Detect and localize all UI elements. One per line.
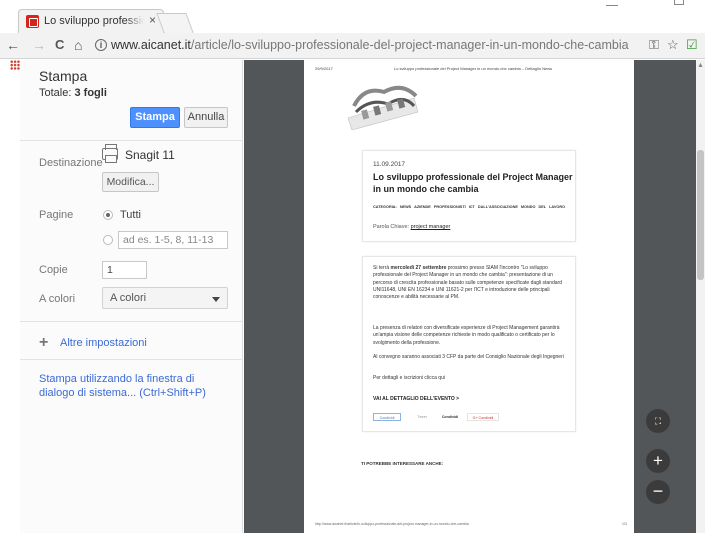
fit-to-page-button[interactable]: ⛶ — [646, 409, 670, 433]
article-header-card: 11.09.2017 Lo sviluppo professionale del… — [362, 150, 576, 242]
page-header-title: Lo sviluppo professionale del Project Ma… — [394, 66, 553, 71]
more-settings-link[interactable]: Altre impostazioni — [60, 337, 147, 349]
vertical-scrollbar[interactable]: ▲ — [696, 60, 705, 533]
divider — [20, 140, 243, 141]
article-date: 11.09.2017 — [373, 161, 406, 168]
share-bar: Condividi Tweet Condividi G+ Condividi — [373, 413, 573, 423]
total-label: Totale: — [39, 87, 72, 99]
print-settings-panel: Stampa Totale: 3 fogli Stampa Annulla De… — [20, 60, 243, 533]
scrollbar-thumb[interactable] — [697, 150, 704, 280]
pages-all-label: Tutti — [120, 209, 141, 221]
share-button-2: Tweet — [417, 415, 427, 419]
tab-strip: Lo sviluppo professionale × — [0, 0, 705, 33]
reload-icon[interactable]: C — [55, 37, 64, 52]
printer-icon — [102, 144, 118, 163]
divider — [20, 359, 243, 360]
copies-input[interactable]: 1 — [102, 261, 147, 279]
site-info-icon[interactable]: i — [95, 39, 107, 51]
article-body-card: Si terrà mercoledì 27 settembre prossimo… — [362, 256, 576, 432]
print-preview-area: 29/9/2017 Lo sviluppo professionale del … — [244, 60, 696, 533]
article-categories: CATEGORIA: NEWS AZIENDE PROFESSIONISTI I… — [373, 205, 566, 209]
new-tab-button[interactable] — [156, 13, 194, 33]
print-header: Stampa Totale: 3 fogli Stampa Annulla — [20, 60, 243, 140]
modify-destination-button[interactable]: Modifica... — [102, 172, 159, 192]
key-icon[interactable]: ⚿ — [649, 37, 659, 53]
article-keyword: Parola Chiave: project manager — [373, 224, 450, 230]
color-select[interactable]: A colori — [102, 287, 228, 309]
tab-close-icon[interactable]: × — [149, 13, 156, 27]
pages-range-input[interactable]: ad es. 1-5, 8, 11-13 — [118, 231, 228, 249]
scroll-up-icon[interactable]: ▲ — [697, 62, 704, 69]
color-label: A colori — [39, 293, 76, 305]
body-paragraph-4: Per dettagli e iscrizioni clicca qui — [373, 375, 445, 381]
share-button-1: Condividi — [373, 413, 401, 421]
zoom-in-button[interactable]: + — [646, 449, 670, 473]
destination-name: Snagit 11 — [125, 148, 175, 162]
print-title: Stampa — [39, 68, 88, 84]
browser-tab[interactable]: Lo sviluppo professionale × — [18, 9, 164, 33]
event-detail-link: VAI AL DETTAGLIO DELL'EVENTO > — [373, 396, 460, 402]
pages-custom-radio[interactable] — [103, 235, 113, 245]
url-host: www.aicanet.it — [111, 38, 191, 52]
system-dialog-link[interactable]: Stampa utilizzando la finestra di dialog… — [39, 372, 229, 400]
copies-label: Copie — [39, 264, 68, 276]
window-minimize-icon[interactable] — [606, 0, 618, 6]
page-footer-url: http://www.aicanet.it/article/lo-svilupp… — [315, 522, 469, 526]
para1-pre: Si terrà — [373, 265, 390, 271]
news-image — [347, 85, 419, 130]
tab-title: Lo sviluppo professionale — [44, 15, 144, 27]
article-title: Lo sviluppo professionale del Project Ma… — [373, 172, 573, 194]
browser-toolbar: ← → C ⌂ i www.aicanet.it/article/lo-svil… — [0, 33, 705, 59]
related-heading: TI POTREBBE INTERESSARE ANCHE: — [361, 461, 444, 466]
chevron-down-icon — [212, 297, 220, 302]
apps-grid-icon[interactable] — [10, 60, 20, 70]
share-button-3: Condividi — [441, 415, 459, 419]
bookmark-star-icon[interactable]: ☆ — [667, 37, 679, 53]
back-arrow-icon[interactable]: ← — [6, 37, 20, 53]
body-paragraph-1: Si terrà mercoledì 27 settembre prossimo… — [373, 265, 573, 301]
pages-all-radio[interactable] — [103, 210, 113, 220]
destination-label: Destinazione — [39, 157, 103, 169]
color-select-value: A colori — [110, 292, 147, 304]
page-header-date: 29/9/2017 — [315, 66, 333, 71]
zoom-out-button[interactable]: − — [646, 480, 670, 504]
keyword-value: project manager — [410, 224, 451, 230]
sheet-total: Totale: 3 fogli — [39, 87, 107, 99]
total-value: 3 fogli — [74, 87, 107, 99]
share-button-4: G+ Condividi — [467, 413, 499, 421]
page-footer-number: 1/3 — [622, 522, 627, 526]
site-favicon-icon — [26, 15, 39, 28]
home-icon[interactable]: ⌂ — [74, 37, 82, 53]
body-paragraph-3: Al convegno saranno associati 3 CFP da p… — [373, 354, 564, 360]
divider — [20, 321, 243, 322]
url-path: /article/lo-sviluppo-professionale-del-p… — [190, 38, 629, 52]
preview-page: 29/9/2017 Lo sviluppo professionale del … — [304, 60, 634, 533]
print-button[interactable]: Stampa — [130, 107, 180, 128]
forward-arrow-icon[interactable]: → — [32, 37, 46, 53]
keyword-label: Parola Chiave: — [373, 224, 410, 230]
para1-bold: mercoledì 27 settembre — [390, 265, 447, 271]
extension-icon[interactable]: ☑ — [686, 37, 698, 53]
window-maximize-icon[interactable] — [674, 0, 684, 5]
pages-label: Pagine — [39, 209, 74, 221]
url-text: www.aicanet.it/article/lo-sviluppo-profe… — [111, 38, 629, 52]
address-bar[interactable]: i www.aicanet.it/article/lo-sviluppo-pro… — [92, 36, 640, 56]
body-paragraph-2: La presenza di relatori con diversificat… — [373, 325, 560, 346]
plus-icon[interactable]: + — [39, 334, 48, 352]
cancel-button[interactable]: Annulla — [184, 107, 228, 128]
